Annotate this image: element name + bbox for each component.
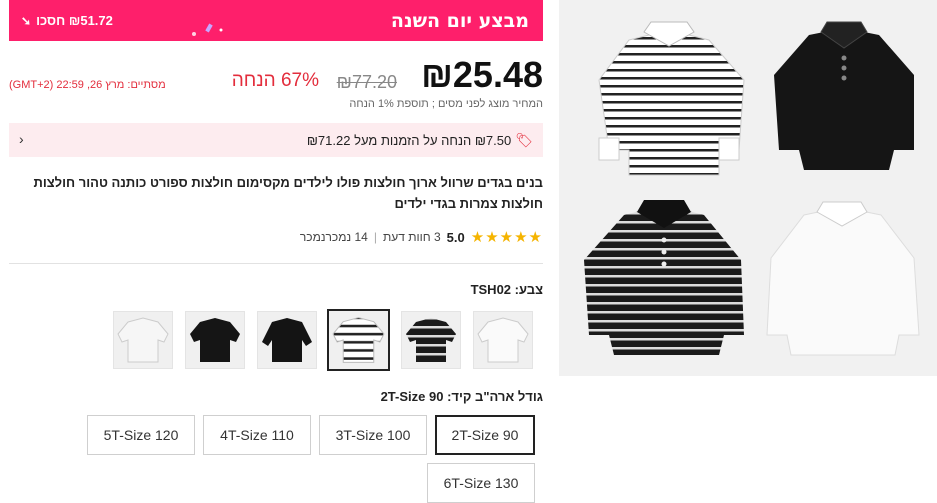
product-image[interactable] xyxy=(559,0,937,376)
product-info: מבצע יום השנה ₪51.72 חסכו ➘ ₪25.48 ₪77.2… xyxy=(9,0,543,503)
color-label: צבע: TSH02 xyxy=(471,282,543,297)
confetti-icon xyxy=(192,23,223,36)
review-count[interactable]: 3 חוות דעת xyxy=(383,230,441,244)
color-swatch-white[interactable] xyxy=(473,311,533,369)
divider-bar: | xyxy=(373,230,377,244)
star-rating-icon: ★★★★★ xyxy=(470,229,543,246)
promo-banner: מבצע יום השנה ₪51.72 חסכו ➘ xyxy=(9,0,543,41)
color-swatch-black-long[interactable] xyxy=(257,311,317,369)
promo-save-text: ₪51.72 חסכו xyxy=(36,13,113,28)
coupon-text: ₪7.50 הנחה על הזמנות מעל ₪71.22 xyxy=(306,132,512,148)
color-value: TSH02 xyxy=(470,282,512,297)
color-swatch-striped-selected[interactable] xyxy=(327,309,390,371)
shirt-striped-black xyxy=(584,200,744,355)
size-label: גודל ארה"ב קיד: 2T-Size 90 xyxy=(381,389,543,404)
color-swatch-striped-dark[interactable] xyxy=(401,311,461,369)
promo-savings: ₪51.72 חסכו ➘ xyxy=(21,13,113,28)
original-price: ₪77.20 xyxy=(336,72,397,92)
size-value: 2T-Size 90 xyxy=(380,389,444,404)
down-arrow-icon: ➘ xyxy=(21,13,32,28)
tax-note: המחיר מוצג לפני מסים ; תוספת 1% הנחה xyxy=(349,98,543,110)
size-option-2t[interactable]: 2T-Size 90 xyxy=(435,415,535,455)
price-row: ₪25.48 ₪77.20 67% הנחה מסתיים: מרץ 26, 2… xyxy=(9,52,543,96)
shirt-white xyxy=(766,201,920,356)
shirt-black xyxy=(774,21,914,170)
current-price: ₪25.48 xyxy=(421,54,543,95)
chevron-left-icon[interactable]: ‹ xyxy=(19,131,24,147)
section-divider xyxy=(9,263,543,264)
coupon-bar[interactable]: 🏷 ₪7.50 הנחה על הזמנות מעל ₪71.22 ‹ xyxy=(9,123,543,157)
rating-row[interactable]: ★★★★★ 5.0 3 חוות דעת | 14 נמכרנמכר xyxy=(300,228,543,246)
sale-end-time: מסתיים: מרץ 26, 22:59 (GMT+2) xyxy=(9,79,166,91)
size-option-6t[interactable]: 6T-Size 130 xyxy=(427,463,535,503)
size-label-text: גודל ארה"ב קיד: xyxy=(447,389,543,404)
color-label-text: צבע: xyxy=(514,282,543,297)
promo-title: מבצע יום השנה xyxy=(390,9,529,32)
tag-icon: 🏷 xyxy=(515,131,533,148)
discount-percent: 67% הנחה xyxy=(231,70,319,91)
sold-count: 14 נמכרנמכר xyxy=(299,230,368,244)
color-swatch-white-short[interactable] xyxy=(113,311,173,369)
size-option-4t[interactable]: 4T-Size 110 xyxy=(203,415,311,455)
rating-value: 5.0 xyxy=(446,229,465,245)
size-option-3t[interactable]: 3T-Size 100 xyxy=(319,415,427,455)
shirt-striped-white xyxy=(598,21,745,176)
product-title: בנים בגדים שרוול ארוך חולצות פולו לילדים… xyxy=(33,175,544,211)
color-swatch-black-short[interactable] xyxy=(185,311,245,369)
size-option-5t[interactable]: 5T-Size 120 xyxy=(87,415,195,455)
